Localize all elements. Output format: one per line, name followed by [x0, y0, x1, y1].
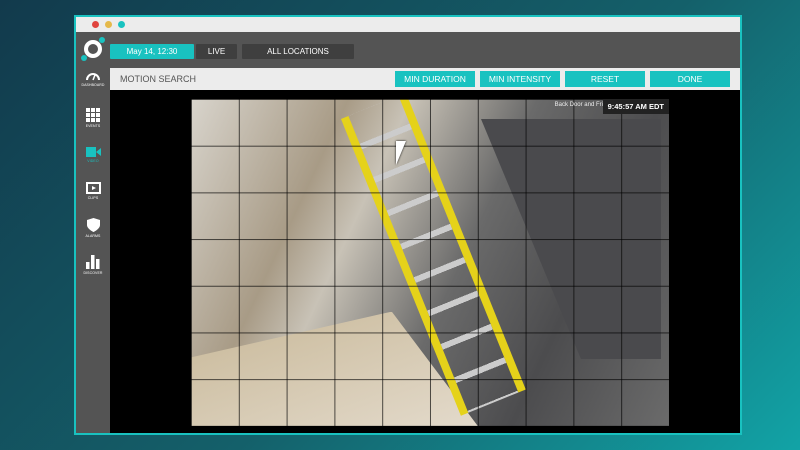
mouse-cursor-icon [396, 141, 406, 165]
motion-search-grid[interactable] [191, 99, 669, 426]
main-content: MOTION SEARCH MIN DURATION MIN INTENSITY… [110, 68, 740, 433]
app-window: May 14, 12:30 LIVE ALL LOCATIONS DASHBOA… [74, 15, 742, 435]
min-duration-button[interactable]: MIN DURATION [395, 71, 475, 87]
locations-dropdown[interactable]: ALL LOCATIONS [242, 44, 354, 59]
done-button[interactable]: DONE [650, 71, 730, 87]
camera-video-feed[interactable]: Back Door and Fridge 9:45:57 AM EDT [191, 99, 669, 426]
date-selector[interactable]: May 14, 12:30 [110, 44, 194, 59]
gauge-icon [86, 73, 100, 81]
maximize-button[interactable] [118, 21, 125, 28]
sidebar-item-dashboard[interactable]: DASHBOARD [76, 72, 110, 87]
bar-chart-icon [86, 255, 100, 269]
page-title: MOTION SEARCH [120, 74, 197, 84]
timestamp-badge: 9:45:57 AM EDT [602, 99, 669, 114]
top-bar: May 14, 12:30 LIVE ALL LOCATIONS [76, 32, 740, 68]
sidebar-item-label: VIDEO [87, 159, 99, 163]
motion-search-header: MOTION SEARCH MIN DURATION MIN INTENSITY… [110, 68, 740, 90]
sidebar-item-discover[interactable]: DISCOVER [76, 255, 110, 275]
sidebar-item-label: CLIPS [87, 196, 99, 200]
min-intensity-button[interactable]: MIN INTENSITY [480, 71, 560, 87]
grid-icon [86, 108, 100, 122]
app-logo-icon[interactable] [81, 37, 105, 61]
sidebar-item-label: EVENTS [85, 124, 101, 128]
title-bar [76, 17, 740, 32]
sidebar-item-label: ALARMS [85, 234, 101, 238]
reset-button[interactable]: RESET [565, 71, 645, 87]
close-button[interactable] [92, 21, 99, 28]
sidebar-item-label: DASHBOARD [81, 83, 105, 87]
sidebar-item-video[interactable]: VIDEO [76, 147, 110, 163]
shield-icon [86, 218, 100, 232]
sidebar-item-label: DISCOVER [83, 271, 103, 275]
minimize-button[interactable] [105, 21, 112, 28]
sidebar-item-clips[interactable]: CLIPS [76, 182, 110, 200]
live-button[interactable]: LIVE [196, 44, 237, 59]
sidebar: DASHBOARD EVENTS VIDEO CLIPS ALARMS DISC… [76, 68, 110, 433]
video-camera-icon [85, 147, 101, 157]
sidebar-item-alarms[interactable]: ALARMS [76, 218, 110, 238]
film-icon [85, 182, 101, 194]
sidebar-item-events[interactable]: EVENTS [76, 108, 110, 128]
